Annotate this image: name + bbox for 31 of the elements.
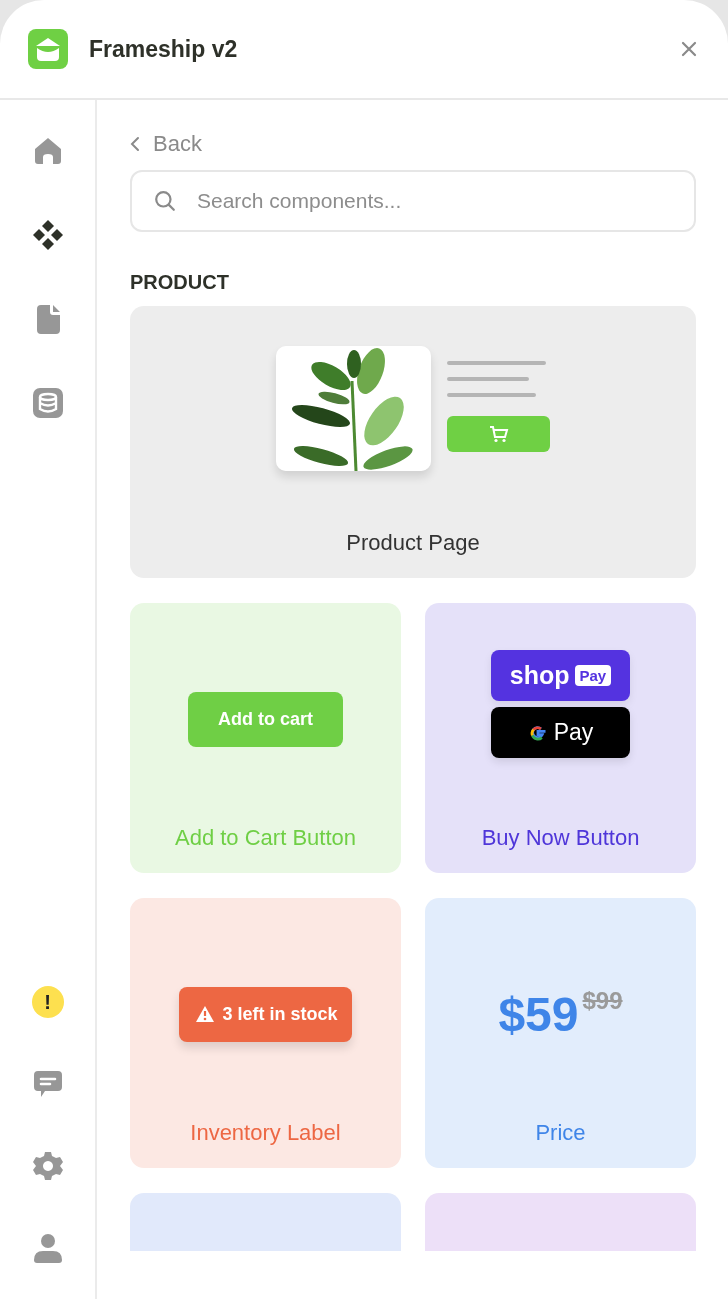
stock-text: 3 left in stock xyxy=(222,1003,338,1025)
chevron-left-icon[interactable] xyxy=(130,136,140,152)
components-icon[interactable] xyxy=(31,219,64,251)
price-text: $59 xyxy=(498,986,579,1042)
card-title: Inventory Label xyxy=(190,1120,341,1146)
card-title: Product Page xyxy=(346,530,480,556)
back-link[interactable]: Back xyxy=(153,131,202,157)
window-title: Frameship v2 xyxy=(89,35,238,63)
database-icon[interactable] xyxy=(31,387,64,419)
warning-icon xyxy=(195,1005,216,1023)
user-icon[interactable] xyxy=(31,1232,64,1264)
old-price-text: $99 xyxy=(582,986,623,1015)
component-card[interactable]: 3 left in stock Inventory Label xyxy=(130,898,401,1168)
alert-badge[interactable]: ! xyxy=(31,986,64,1018)
search-field[interactable]: Search components... xyxy=(130,170,696,232)
cart-icon xyxy=(488,424,509,443)
add-to-cart-button: Add to cart xyxy=(188,691,343,747)
card-title: Add to Cart Button xyxy=(175,825,356,851)
card-title: Price xyxy=(535,1120,586,1146)
close-icon[interactable] xyxy=(681,41,697,57)
settings-icon[interactable] xyxy=(31,1150,64,1182)
section-heading: PRODUCT xyxy=(130,271,230,295)
card-title: Buy Now Button xyxy=(481,825,640,851)
component-card[interactable]: Add to cart Add to Cart Button xyxy=(130,603,401,873)
pay-word: Pay xyxy=(553,719,594,746)
search-icon xyxy=(154,190,176,212)
app-logo-icon xyxy=(28,29,68,69)
shop-word: shop xyxy=(509,661,570,690)
pay-badge: Pay xyxy=(574,665,612,686)
component-card[interactable]: shop Pay Pay Buy Now Button xyxy=(425,603,696,873)
component-card[interactable]: Product Page xyxy=(130,306,696,578)
